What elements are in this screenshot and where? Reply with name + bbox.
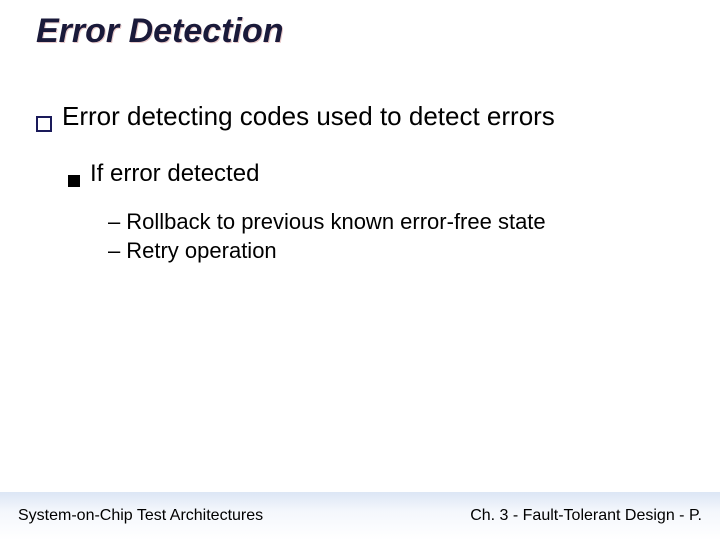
slide-footer: System-on-Chip Test Architectures Ch. 3 …: [0, 492, 720, 540]
square-bullet-icon: [36, 107, 52, 140]
bullet-level-1: Error detecting codes used to detect err…: [36, 100, 684, 140]
dash-bullet-icon: –: [108, 238, 120, 263]
dash-bullet-icon: –: [108, 209, 120, 234]
footer-left-text: System-on-Chip Test Architectures: [18, 507, 263, 525]
bullet-level-2: If error detected: [68, 158, 684, 195]
slide-container: Error Detection Error detecting codes us…: [0, 0, 720, 540]
bullet-l3a-text: Rollback to previous known error-free st…: [126, 209, 545, 234]
slide-content: Error detecting codes used to detect err…: [36, 100, 684, 266]
bullet-l2-text: If error detected: [90, 158, 259, 189]
bullet-l3b-text: Retry operation: [126, 238, 276, 263]
bullet-level-3: –Retry operation: [108, 236, 684, 266]
filled-square-bullet-icon: [68, 164, 80, 195]
bullet-level-3: –Rollback to previous known error-free s…: [108, 207, 684, 237]
footer-right-text: Ch. 3 - Fault-Tolerant Design - P.: [470, 507, 702, 525]
slide-title: Error Detection: [36, 12, 284, 51]
bullet-l1-text: Error detecting codes used to detect err…: [62, 100, 555, 133]
